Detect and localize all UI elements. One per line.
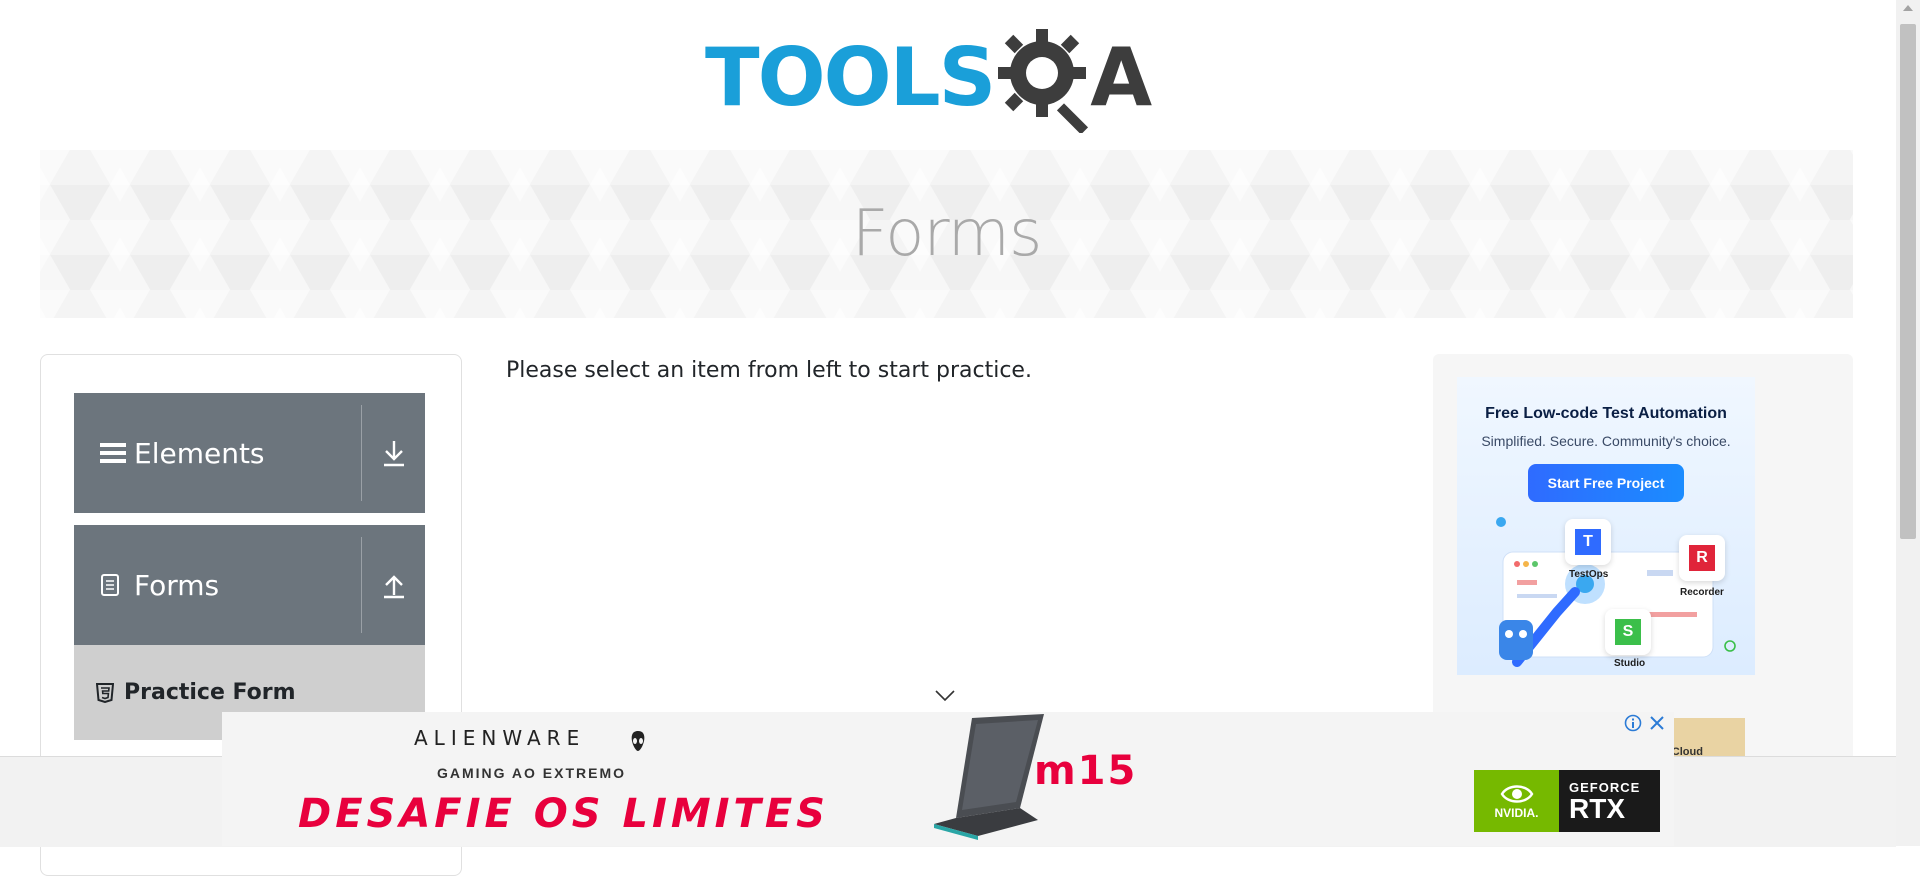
scrollbar-thumb[interactable] <box>1900 24 1916 539</box>
hamburger-icon <box>100 441 126 465</box>
model-name: m15 <box>1034 748 1138 794</box>
alienware-brand: ALIENWARE <box>414 726 586 750</box>
sidebar-group-forms[interactable]: Forms <box>74 525 425 645</box>
scroll-up-arrow-icon[interactable] <box>1903 4 1913 12</box>
html5-icon <box>96 682 114 703</box>
alienware-tagline: GAMING AO EXTREMO <box>437 765 627 781</box>
page-banner: Forms <box>40 150 1853 318</box>
sidebar-group-label: Elements <box>134 436 265 470</box>
studio-logo: S <box>1615 619 1641 645</box>
page-title: Forms <box>851 197 1043 271</box>
testops-tile: T <box>1565 519 1611 565</box>
download-arrow-icon[interactable] <box>362 439 425 467</box>
nvidia-eye-icon <box>1500 785 1533 803</box>
nvidia-geforce-badge: NVIDIA. GEFORCE RTX <box>1474 770 1660 832</box>
alien-head-icon <box>631 731 645 751</box>
app-label-studio: Studio <box>1614 658 1646 669</box>
ad-subtitle: Simplified. Secure. Community's choice. <box>1481 433 1731 449</box>
logo-text-tools: TOOLS <box>705 30 996 124</box>
sidebar-item-label: Practice Form <box>124 680 296 705</box>
sidebar-group-elements[interactable]: Elements <box>74 393 425 513</box>
recorder-logo: R <box>1689 545 1715 571</box>
gear-magnifier-icon <box>998 28 1089 133</box>
toolsqa-logo[interactable]: TOOLS A <box>705 20 1195 135</box>
geforce-rtx-label: GEFORCE RTX <box>1559 770 1660 832</box>
document-icon <box>100 573 126 597</box>
recorder-tile: R <box>1679 535 1725 581</box>
start-free-project-button[interactable]: Start Free Project <box>1528 464 1684 502</box>
instruction-text: Please select an item from left to start… <box>506 358 1032 383</box>
app-label-recorder: Recorder <box>1680 587 1724 598</box>
app-label-testops: TestOps <box>1569 569 1609 580</box>
rtx-text: RTX <box>1569 792 1625 824</box>
studio-tile: S <box>1605 609 1651 655</box>
ad-title: Free Low-code Test Automation <box>1485 405 1727 422</box>
upload-arrow-icon[interactable] <box>362 571 425 599</box>
laptop-image <box>934 714 1044 840</box>
chevron-down-icon[interactable] <box>935 690 955 702</box>
nvidia-label: NVIDIA. <box>1494 806 1539 820</box>
nvidia-logo: NVIDIA. <box>1474 770 1559 832</box>
testops-logo: T <box>1575 529 1601 555</box>
vertical-scrollbar[interactable] <box>1896 0 1920 846</box>
alienware-ad[interactable]: ALIENWARE GAMING AO EXTREMO DESAFIE OS L… <box>222 712 1674 846</box>
logo-text-a: A <box>1090 30 1153 124</box>
katalon-ad[interactable]: Free Low-code Test Automation Simplified… <box>1457 377 1755 675</box>
close-icon[interactable] <box>1648 714 1666 732</box>
alienware-slogan: DESAFIE OS LIMITES <box>298 791 829 837</box>
ad-info-icon[interactable] <box>1624 714 1642 732</box>
sidebar-group-label: Forms <box>134 568 220 602</box>
